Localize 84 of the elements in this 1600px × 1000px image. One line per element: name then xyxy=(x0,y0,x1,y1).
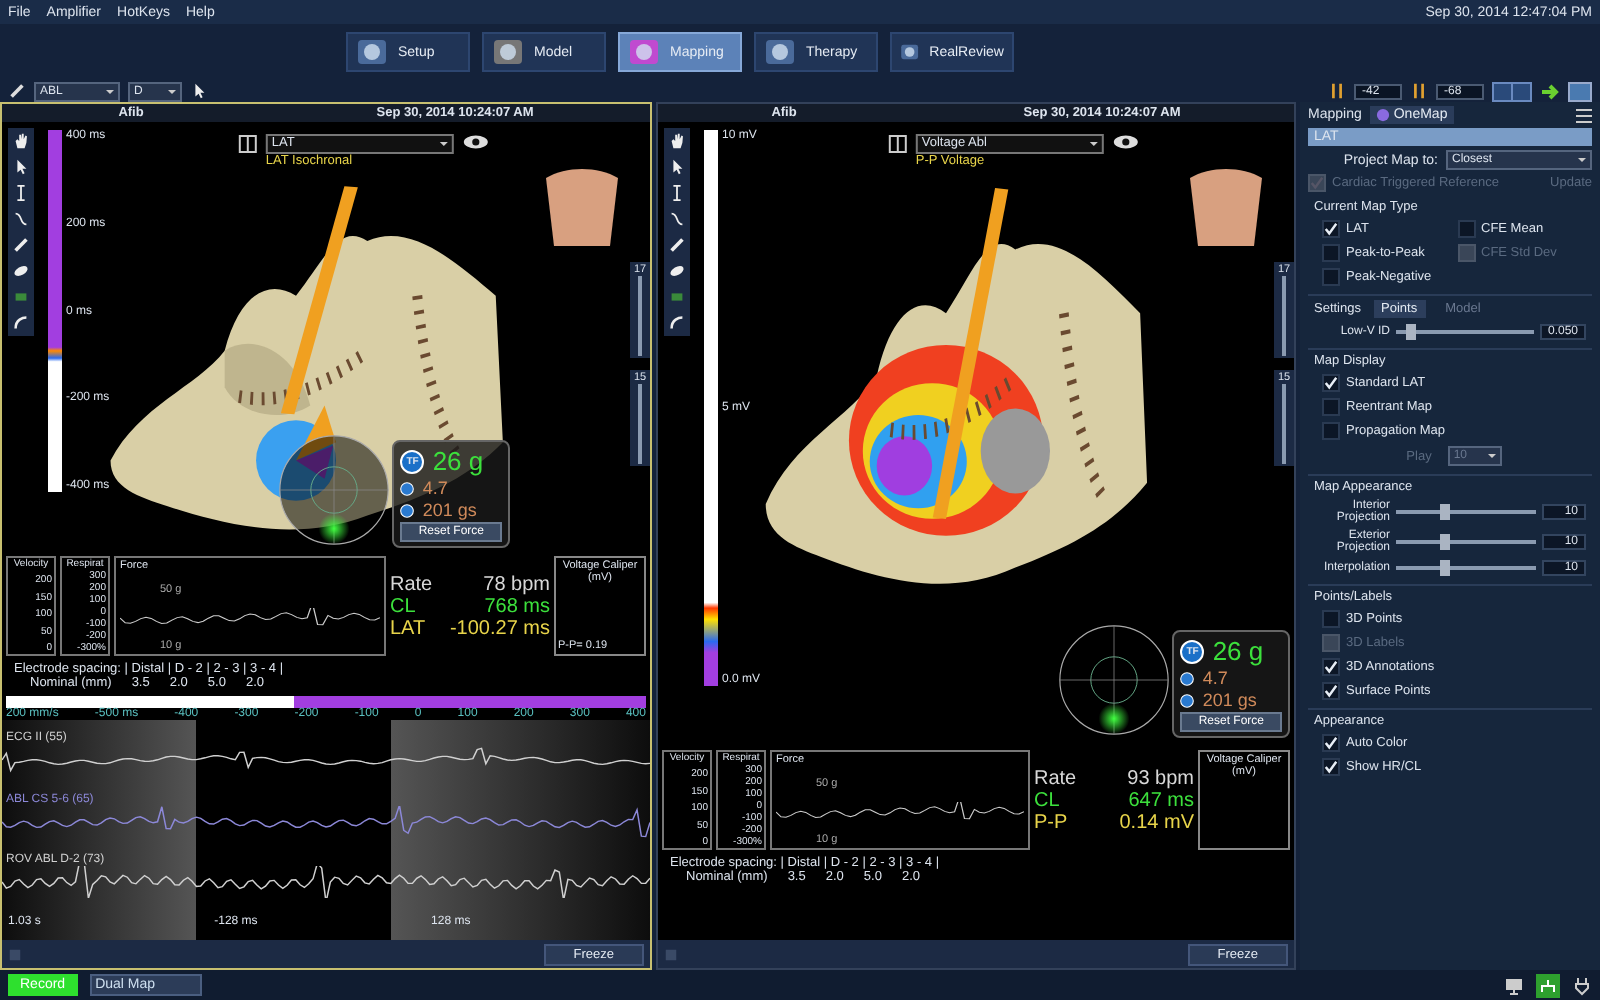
readout-value: 0.14 mV xyxy=(1119,811,1194,833)
index-value: 4.7 xyxy=(1202,668,1228,688)
index-value: 4.7 xyxy=(422,478,448,498)
pointer-icon[interactable] xyxy=(190,82,208,100)
slider-thumb[interactable] xyxy=(1406,324,1417,340)
ellipse-icon[interactable] xyxy=(12,262,30,280)
checkbox[interactable] xyxy=(1322,658,1340,676)
force-target-drawing xyxy=(1056,622,1173,738)
readout-label: Rate xyxy=(390,573,433,595)
readout-label: P-P xyxy=(1034,811,1068,833)
hook-icon[interactable] xyxy=(12,314,30,332)
readout-label: CL xyxy=(390,595,416,617)
pointer-icon[interactable] xyxy=(12,158,30,176)
readout-value: -100.27 ms xyxy=(449,617,550,639)
marker-icon[interactable] xyxy=(12,288,30,306)
checkbox[interactable] xyxy=(1322,220,1340,238)
checkbox[interactable] xyxy=(1457,220,1475,238)
torso-drawing xyxy=(542,166,622,246)
checkbox[interactable] xyxy=(1322,398,1340,416)
tab-icon xyxy=(764,36,796,68)
catheter-tool-icon[interactable] xyxy=(668,236,686,254)
readout-label: CL xyxy=(1034,789,1060,811)
readout-value: 93 bpm xyxy=(1127,767,1194,789)
checkbox[interactable] xyxy=(1322,758,1340,776)
force-target-drawing xyxy=(276,432,393,548)
hook-icon[interactable] xyxy=(668,314,686,332)
pointer-icon[interactable] xyxy=(668,158,686,176)
caret-icon xyxy=(1089,142,1098,150)
readout-label: Rate xyxy=(1034,767,1077,789)
slider-thumb[interactable] xyxy=(1439,534,1449,550)
globe-icon xyxy=(1375,108,1390,122)
integral-value: 201 gs xyxy=(1202,690,1257,710)
caliper-icon[interactable] xyxy=(12,184,30,202)
readout-label: LAT xyxy=(390,617,426,639)
tab-icon xyxy=(492,36,524,68)
tab-icon xyxy=(628,36,660,68)
tab-icon xyxy=(356,36,388,68)
readout-value: 768 ms xyxy=(484,595,550,617)
integral-icon xyxy=(1180,693,1195,707)
checkbox[interactable] xyxy=(1322,610,1340,628)
gain-icon xyxy=(1328,82,1346,100)
ellipse-icon[interactable] xyxy=(668,262,686,280)
checkbox[interactable] xyxy=(1322,422,1340,440)
index-icon xyxy=(1180,671,1195,685)
integral-icon xyxy=(400,503,415,517)
checkbox[interactable] xyxy=(1322,268,1340,286)
eye-icon[interactable] xyxy=(461,134,490,150)
checkbox[interactable] xyxy=(1322,682,1340,700)
eye-icon[interactable] xyxy=(1111,134,1140,150)
split-view-icon[interactable] xyxy=(1492,81,1532,101)
arrows-icon[interactable] xyxy=(1540,81,1560,101)
checkbox[interactable] xyxy=(1322,244,1340,262)
gain-icon xyxy=(1410,82,1428,100)
checkbox[interactable] xyxy=(1322,374,1340,392)
layout-icon[interactable] xyxy=(237,134,258,154)
monitor-icon[interactable] xyxy=(1504,975,1524,995)
force-value: 26 g xyxy=(1212,636,1264,666)
curve-icon[interactable] xyxy=(12,210,30,228)
catheter-icon xyxy=(8,82,26,100)
force-value: 26 g xyxy=(432,446,484,476)
single-view-icon[interactable] xyxy=(1568,81,1592,101)
readout-value: 647 ms xyxy=(1128,789,1194,811)
hand-icon[interactable] xyxy=(668,132,686,150)
caret-icon xyxy=(439,142,448,150)
integral-value: 201 gs xyxy=(422,500,477,520)
checkbox[interactable] xyxy=(1322,734,1340,752)
catheter-tool-icon[interactable] xyxy=(12,236,30,254)
curve-icon[interactable] xyxy=(668,210,686,228)
slider-thumb[interactable] xyxy=(1439,560,1449,576)
caret-icon xyxy=(168,89,176,97)
index-icon xyxy=(400,481,415,495)
caret-icon xyxy=(106,89,114,97)
hand-icon[interactable] xyxy=(12,132,30,150)
caliper-icon[interactable] xyxy=(668,184,686,202)
caret-icon xyxy=(1578,158,1586,166)
caret-icon xyxy=(1487,454,1496,462)
marker-icon[interactable] xyxy=(668,288,686,306)
slider-thumb[interactable] xyxy=(1439,504,1449,520)
torso-drawing xyxy=(1186,166,1266,246)
grid-icon[interactable] xyxy=(1576,107,1592,123)
plug-icon[interactable] xyxy=(1572,975,1592,995)
layout-icon[interactable] xyxy=(887,134,908,154)
network-icon[interactable] xyxy=(1536,973,1560,997)
readout-value: 78 bpm xyxy=(483,573,550,595)
